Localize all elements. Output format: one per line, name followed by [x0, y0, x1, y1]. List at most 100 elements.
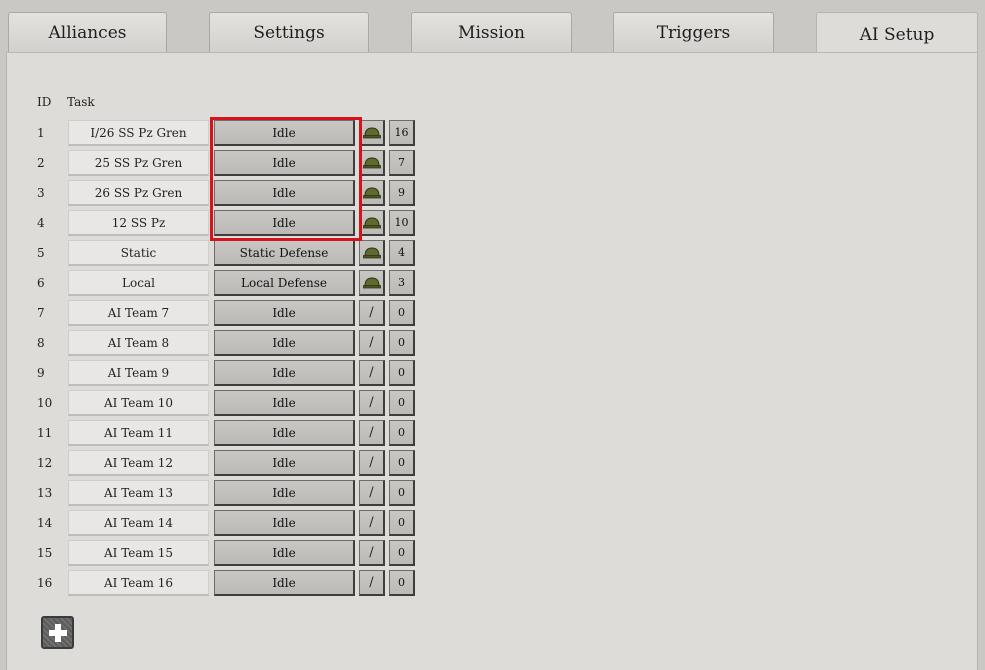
team-name-field[interactable]: I/26 SS Pz Gren	[68, 120, 209, 146]
task-button[interactable]: Idle	[214, 450, 355, 476]
row-id: 3	[37, 186, 45, 200]
task-button[interactable]: Idle	[214, 570, 355, 596]
stance-button[interactable]: /	[359, 450, 385, 476]
row-id: 7	[37, 306, 45, 320]
unit-count-button[interactable]: 0	[389, 360, 415, 386]
helmet-icon	[362, 216, 381, 228]
stance-label: /	[369, 365, 374, 380]
team-name-field[interactable]: AI Team 11	[68, 420, 209, 446]
team-name-field[interactable]: AI Team 15	[68, 540, 209, 566]
unit-count-button[interactable]: 0	[389, 540, 415, 566]
unit-count-button[interactable]: 0	[389, 570, 415, 596]
unit-count-button[interactable]: 4	[389, 240, 415, 266]
stance-button[interactable]: /	[359, 420, 385, 446]
plus-icon	[48, 623, 67, 642]
team-name-field[interactable]: AI Team 9	[68, 360, 209, 386]
stance-button[interactable]: /	[359, 300, 385, 326]
unit-count-button[interactable]: 0	[389, 390, 415, 416]
team-name-field[interactable]: Static	[68, 240, 209, 266]
task-button[interactable]: Local Defense	[214, 270, 355, 296]
team-name-field[interactable]: AI Team 8	[68, 330, 209, 356]
unit-count-button[interactable]: 9	[389, 180, 415, 206]
row-id: 1	[37, 126, 45, 140]
helmet-icon	[362, 186, 381, 198]
team-name-field[interactable]: AI Team 14	[68, 510, 209, 536]
row-id: 8	[37, 336, 45, 350]
helmet-icon	[362, 246, 381, 258]
stance-button[interactable]: /	[359, 570, 385, 596]
add-team-button[interactable]	[41, 616, 74, 649]
row-id: 5	[37, 246, 45, 260]
task-button[interactable]: Idle	[214, 120, 355, 146]
task-button[interactable]: Idle	[214, 510, 355, 536]
row-id: 15	[37, 546, 53, 560]
tab-mission[interactable]: Mission	[411, 12, 572, 52]
unit-count-button[interactable]: 16	[389, 120, 415, 146]
unit-count-button[interactable]: 0	[389, 510, 415, 536]
team-name-field[interactable]: AI Team 7	[68, 300, 209, 326]
team-name-field[interactable]: AI Team 16	[68, 570, 209, 596]
team-name-field[interactable]: 25 SS Pz Gren	[68, 150, 209, 176]
task-button[interactable]: Idle	[214, 540, 355, 566]
stance-button[interactable]: /	[359, 360, 385, 386]
stance-button[interactable]: /	[359, 330, 385, 356]
team-name-field[interactable]: Local	[68, 270, 209, 296]
stance-button[interactable]: /	[359, 510, 385, 536]
stance-label: /	[369, 395, 374, 410]
task-button[interactable]: Idle	[214, 150, 355, 176]
stance-button[interactable]: /	[359, 480, 385, 506]
stance-button[interactable]: /	[359, 540, 385, 566]
unit-count-button[interactable]: 0	[389, 330, 415, 356]
stance-label: /	[369, 515, 374, 530]
tab-bar: Alliances Settings Mission Triggers AI S…	[0, 0, 985, 56]
row-id: 12	[37, 456, 53, 470]
task-button[interactable]: Idle	[214, 390, 355, 416]
task-button[interactable]: Idle	[214, 180, 355, 206]
unit-count-button[interactable]: 0	[389, 450, 415, 476]
helmet-icon	[362, 156, 381, 168]
stance-label: /	[369, 425, 374, 440]
helmet-icon-button[interactable]	[359, 240, 385, 266]
helmet-icon-button[interactable]	[359, 180, 385, 206]
task-button[interactable]: Idle	[214, 420, 355, 446]
team-name-field[interactable]: AI Team 10	[68, 390, 209, 416]
tab-alliances[interactable]: Alliances	[8, 12, 167, 52]
stance-label: /	[369, 455, 374, 470]
row-id: 9	[37, 366, 45, 380]
task-button[interactable]: Idle	[214, 300, 355, 326]
team-name-field[interactable]: AI Team 13	[68, 480, 209, 506]
task-button[interactable]: Idle	[214, 480, 355, 506]
unit-count-button[interactable]: 3	[389, 270, 415, 296]
team-name-field[interactable]: 26 SS Pz Gren	[68, 180, 209, 206]
task-button[interactable]: Static Defense	[214, 240, 355, 266]
helmet-icon-button[interactable]	[359, 120, 385, 146]
unit-count-button[interactable]: 7	[389, 150, 415, 176]
team-name-field[interactable]: AI Team 12	[68, 450, 209, 476]
row-id: 4	[37, 216, 45, 230]
row-id: 14	[37, 516, 53, 530]
row-id: 11	[37, 426, 53, 440]
helmet-icon-button[interactable]	[359, 210, 385, 236]
stance-label: /	[369, 485, 374, 500]
stance-label: /	[369, 335, 374, 350]
unit-count-button[interactable]: 0	[389, 300, 415, 326]
stance-button[interactable]: /	[359, 390, 385, 416]
tab-settings[interactable]: Settings	[209, 12, 369, 52]
unit-count-button[interactable]: 0	[389, 420, 415, 446]
unit-count-button[interactable]: 0	[389, 480, 415, 506]
tab-ai-setup[interactable]: AI Setup	[816, 12, 978, 56]
stance-label: /	[369, 575, 374, 590]
team-name-field[interactable]: 12 SS Pz	[68, 210, 209, 236]
stance-label: /	[369, 545, 374, 560]
task-button[interactable]: Idle	[214, 330, 355, 356]
tab-triggers[interactable]: Triggers	[613, 12, 774, 52]
row-id: 2	[37, 156, 45, 170]
unit-count-button[interactable]: 10	[389, 210, 415, 236]
helmet-icon	[362, 126, 381, 138]
helmet-icon-button[interactable]	[359, 270, 385, 296]
row-id: 6	[37, 276, 45, 290]
helmet-icon-button[interactable]	[359, 150, 385, 176]
task-button[interactable]: Idle	[214, 210, 355, 236]
task-button[interactable]: Idle	[214, 360, 355, 386]
column-header-id: ID	[37, 95, 52, 109]
